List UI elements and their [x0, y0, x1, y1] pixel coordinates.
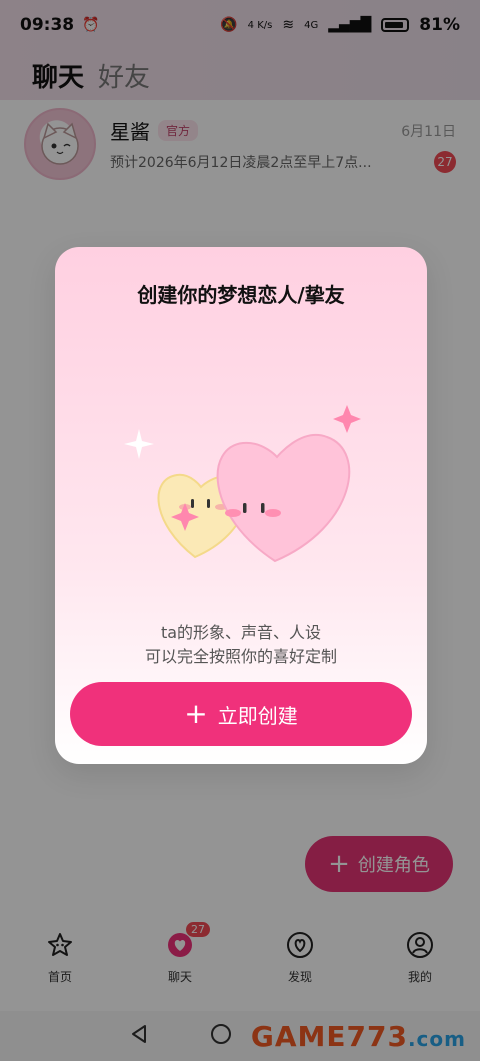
- create-now-label: 立即创建: [217, 703, 298, 728]
- plus-icon: +: [184, 697, 208, 730]
- dialog-description: ta的形象、声音、人设 可以完全按照你的喜好定制: [144, 623, 337, 666]
- create-dream-partner-dialog: 创建你的梦想恋人/挚友 ta的形象、声音、人设 可以完全按照你的喜好定制 + 立…: [55, 247, 427, 764]
- pink-heart-icon: [216, 434, 351, 563]
- dialog-title: 创建你的梦想恋人/挚友: [137, 283, 345, 307]
- hearts-illustration: [124, 405, 361, 563]
- create-now-button[interactable]: + 立即创建: [70, 682, 412, 746]
- sparkle-icon: [124, 429, 154, 459]
